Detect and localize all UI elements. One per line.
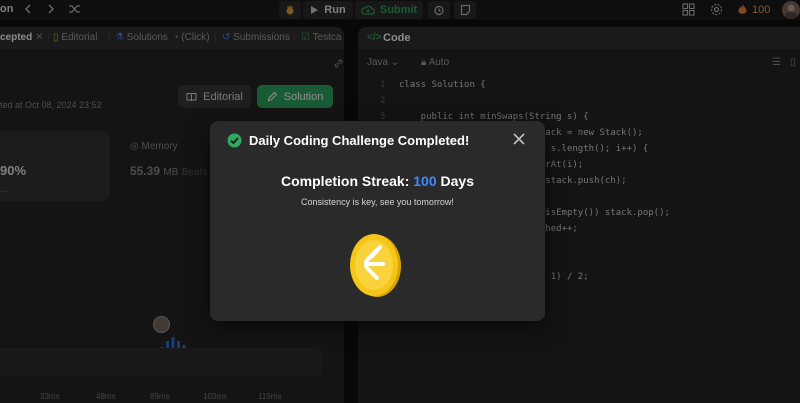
completion-streak: Completion Streak: 100 Days xyxy=(210,173,545,189)
gold-coin-icon xyxy=(347,231,403,304)
app-root: on Run Submit 100 cepted ✕ | ▯ Editorial… xyxy=(0,0,800,403)
close-icon[interactable] xyxy=(512,132,526,151)
streak-label: Completion Streak: xyxy=(281,173,410,189)
success-check-icon xyxy=(227,133,242,153)
streak-unit: Days xyxy=(440,173,474,189)
consistency-message: Consistency is key, see you tomorrow! xyxy=(301,197,454,207)
modal-title: Daily Coding Challenge Completed! xyxy=(249,133,470,148)
challenge-completed-modal: Daily Coding Challenge Completed! Comple… xyxy=(210,121,545,321)
streak-value: 100 xyxy=(413,173,437,189)
